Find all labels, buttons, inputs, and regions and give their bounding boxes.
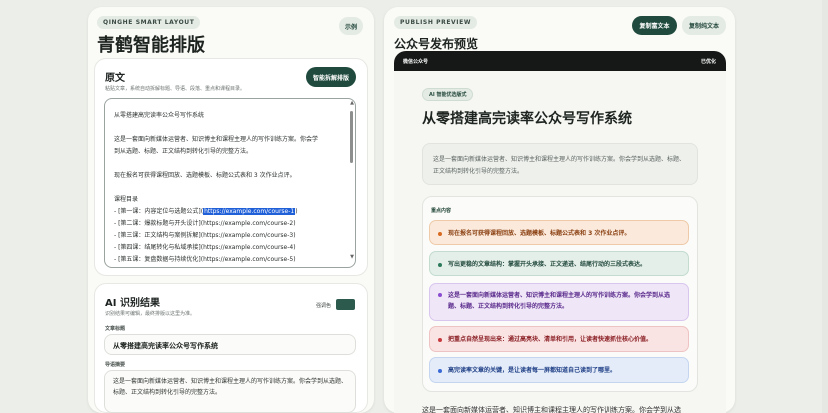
layout-tag: AI 智能优选版式 — [422, 88, 474, 101]
demo-button[interactable]: 示例 — [339, 17, 363, 35]
copy-plain-text-button[interactable]: 复制纯文本 — [682, 16, 726, 35]
brand-eyebrow: QINGHE SMART LAYOUT — [97, 16, 201, 29]
keypoint-text: 高完读率文章的关键，是让读者每一屏都知道自己读到了哪里。 — [448, 367, 617, 374]
keypoint-item: 写出更稳的文章结构：掌握开头承接、正文递进、结尾行动的三段式表达。 — [429, 251, 689, 276]
keypoint-item: 现在报名可获得课程回放、选题模板、标题公式表和 3 次作业点评。 — [429, 220, 689, 245]
textarea-scrollbar[interactable] — [350, 111, 353, 163]
article-body-text: 这是一套面向新媒体运营者、知识博主和课程主理人的写作训练方案。你会学到从选 — [422, 406, 681, 413]
accent-color-label: 强调色 — [316, 303, 332, 309]
source-textarea[interactable]: 从零搭建高完读率公众号写作系统 这是一套面向新媒体运营者、知识博主和课程主理人的… — [104, 98, 356, 268]
summary-textarea[interactable]: 这是一套面向新媒体运营者、知识博主和课程主理人的写作训练方案。你会学到从选题、标… — [104, 370, 356, 413]
source-line: - [第四课：结尾转化与私域承接](https://example.com/co… — [114, 244, 296, 251]
source-line-prefix: - [第一课：内容定位与选题公式]( — [114, 208, 204, 215]
article-summary-text: 这是一套面向新媒体运营者、知识博主和课程主理人的写作训练方案。你会学到从选题、标… — [433, 156, 686, 175]
bullet-dot-icon — [438, 263, 442, 267]
title-field-label: 文章标题 — [105, 326, 126, 332]
scroll-up-icon[interactable]: ▲ — [350, 100, 354, 106]
source-line: - [第三课：正文结构与案例拆解](https://example.com/co… — [114, 232, 296, 239]
bullet-dot-icon — [438, 369, 442, 373]
account-label: 微信公众号 — [403, 59, 429, 65]
bullet-dot-icon — [438, 232, 442, 236]
title-input[interactable]: 从零搭建高完读率公众号写作系统 — [104, 334, 356, 355]
source-hint: 粘贴文章，系统自动拆解标题、导语、段落、重点和课程目录。 — [105, 86, 246, 92]
source-line: 现在报名可获得课程回放、选题模板、标题公式表和 3 次作业点评。 — [114, 172, 296, 179]
ai-title: AI 识别结果 — [105, 298, 160, 309]
smart-layout-button[interactable]: 智能拆解排版 — [306, 67, 356, 87]
source-line-suffix: ) — [295, 208, 298, 215]
keypoint-item: 这是一套面向新媒体运营者、知识博主和课程主理人的写作训练方案。你会学到从选题、标… — [429, 283, 689, 321]
source-line: 这是一套面向新媒体运营者、知识博主和课程主理人的写作训练方案。你会学 — [114, 136, 319, 143]
source-title: 原文 — [105, 73, 125, 84]
source-line: 课程目录 — [114, 196, 139, 203]
optimized-label: 已优化 — [700, 59, 716, 65]
source-line: - [第五课：复盘数据与持续优化](https://example.com/co… — [114, 256, 296, 263]
article-title: 从零搭建高完读率公众号写作系统 — [422, 111, 632, 127]
source-line: 从零搭建高完读率公众号写作系统 — [114, 112, 205, 119]
keypoint-text: 现在报名可获得课程回放、选题模板、标题公式表和 3 次作业点评。 — [448, 230, 631, 237]
keypoints-title: 重点内容 — [431, 208, 452, 214]
accent-color-picker[interactable] — [336, 299, 355, 310]
article-summary: 这是一套面向新媒体运营者、知识博主和课程主理人的写作训练方案。你会学到从选题、标… — [422, 143, 698, 185]
keypoint-text: 这是一套面向新媒体运营者、知识博主和课程主理人的写作训练方案。你会学到从选题、标… — [448, 292, 671, 310]
keypoint-item: 把重点自然呈现出来：通过高亮块、清单和引用，让读者快速抓住核心价值。 — [429, 326, 689, 352]
page-scrollbar[interactable] — [822, 0, 828, 413]
phone-status-bar: 微信公众号 已优化 — [394, 51, 726, 71]
summary-field-label: 导语摘要 — [105, 362, 126, 368]
keypoint-text: 写出更稳的文章结构：掌握开头承接、正文递进、结尾行动的三段式表达。 — [448, 261, 647, 268]
copy-rich-text-button[interactable]: 复制富文本 — [632, 16, 677, 35]
source-line: 到从选题、标题、正文结构到转化引导的完整方法。 — [114, 148, 253, 155]
ai-hint: 识别结果可编辑，最终排版以这里为准。 — [105, 311, 196, 317]
preview-title: 公众号发布预览 — [394, 37, 479, 51]
title-input-value: 从零搭建高完读率公众号写作系统 — [113, 342, 218, 350]
source-line: - [第二课：爆款标题与开头设计](https://example.com/co… — [114, 220, 296, 227]
scroll-down-icon[interactable]: ▼ — [350, 254, 354, 260]
source-line-selected: - [第一课：内容定位与选题公式](https://example.com/co… — [114, 206, 298, 215]
bullet-dot-icon — [438, 338, 442, 342]
bullet-dot-icon — [438, 293, 442, 297]
preview-eyebrow: PUBLISH PREVIEW — [394, 16, 478, 29]
app-title: 青鹤智能排版 — [97, 35, 205, 56]
text-selection: https://example.com/course-1 — [203, 208, 296, 215]
keypoint-item: 高完读率文章的关键，是让读者每一屏都知道自己读到了哪里。 — [429, 357, 689, 383]
summary-textarea-value: 这是一套面向新媒体运营者、知识博主和课程主理人的写作训练方案。你会学到从选题、标… — [113, 378, 348, 396]
keypoint-text: 把重点自然呈现出来：通过高亮块、清单和引用，让读者快速抓住核心价值。 — [448, 336, 653, 343]
